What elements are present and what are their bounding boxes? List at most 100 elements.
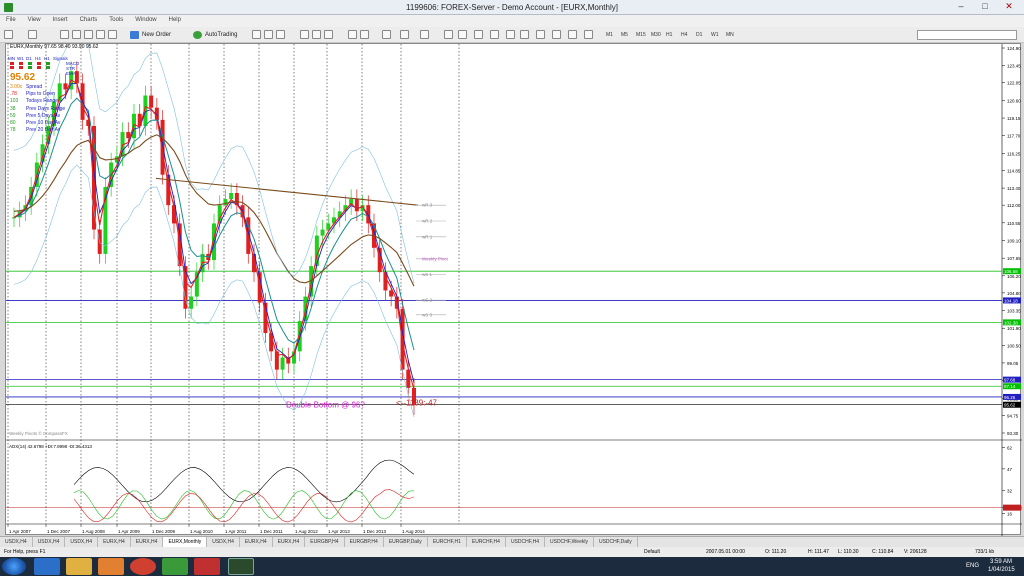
timeframe-m5[interactable]: M5	[620, 30, 629, 40]
arrows-icon[interactable]	[584, 30, 593, 39]
adx-axis-label: 16	[1007, 511, 1013, 516]
adx-axis-label: 62	[1007, 445, 1013, 450]
price-axis-label: 110.55	[1007, 221, 1021, 226]
market-watch-icon[interactable]	[60, 30, 69, 39]
price-axis-label: 93.30	[1007, 431, 1019, 436]
ie-icon[interactable]	[34, 558, 60, 575]
bar-chart-icon[interactable]	[252, 30, 261, 39]
autoscroll-icon[interactable]	[348, 30, 357, 39]
equidistant-channel-icon[interactable]	[520, 30, 529, 39]
pivot-label: wR 3	[422, 203, 433, 208]
chart-tab[interactable]: EURX,H4	[240, 537, 273, 547]
new-chart-icon[interactable]	[4, 30, 13, 39]
autotrading-button[interactable]: AutoTrading	[193, 29, 237, 41]
new-order-button[interactable]: New Order	[130, 29, 171, 41]
chart-tab[interactable]: USDCHF,Weekly	[545, 537, 594, 547]
menu-view[interactable]: View	[22, 15, 47, 25]
start-button[interactable]	[2, 558, 26, 575]
pivot-label: wS 1	[422, 272, 433, 277]
autotrading-icon	[193, 31, 202, 39]
timeframe-h4[interactable]: H4	[680, 30, 688, 40]
clock-time[interactable]: 3:59 AM	[990, 559, 1012, 565]
chart-canvas[interactable]: 124.90 123.45 122.05 120.60 119.15 117.70 116.…	[6, 44, 1022, 536]
menu-file[interactable]: File	[0, 15, 22, 25]
chart-tab[interactable]: USDX,H4	[65, 537, 99, 547]
close-button[interactable]: ✕	[998, 1, 1020, 13]
chart-tab[interactable]: USDCHF,H4	[506, 537, 545, 547]
text-icon[interactable]	[552, 30, 561, 39]
zoom-out-icon[interactable]	[312, 30, 321, 39]
menu-charts[interactable]: Charts	[74, 15, 104, 25]
navigator-icon[interactable]	[84, 30, 93, 39]
indicators-icon[interactable]	[382, 30, 391, 39]
cursor-icon[interactable]	[444, 30, 453, 39]
price-axis-label: 117.70	[1007, 134, 1021, 139]
metatrader-icon[interactable]	[228, 558, 254, 575]
terminal-app-icon[interactable]	[162, 558, 188, 575]
language-indicator[interactable]: ENG	[966, 563, 979, 569]
chart-tab[interactable]: EURGBP,Daily	[384, 537, 428, 547]
explorer-icon[interactable]	[66, 558, 92, 575]
clock-date[interactable]: 1/04/2015	[988, 567, 1015, 573]
chart-tab[interactable]: EURX,Monthly	[163, 537, 208, 547]
tile-windows-icon[interactable]	[324, 30, 333, 39]
zoom-in-icon[interactable]	[300, 30, 309, 39]
chart-tab[interactable]: USDX,H4	[207, 537, 240, 547]
chart-tab[interactable]: EURX,H4	[273, 537, 306, 547]
timeframe-h1[interactable]: H1	[665, 30, 673, 40]
chart-window[interactable]: 124.90 123.45 122.05 120.60 119.15 117.70 116.…	[5, 43, 1022, 536]
periods-icon[interactable]	[400, 30, 409, 39]
crosshair-icon[interactable]	[458, 30, 467, 39]
pivot-label: wR 1	[422, 234, 433, 239]
menu-window[interactable]: Window	[129, 15, 162, 25]
menu-insert[interactable]: Insert	[47, 15, 74, 25]
price-axis-label: 107.65	[1007, 256, 1021, 261]
chart-shift-icon[interactable]	[360, 30, 369, 39]
chart-tab[interactable]: EURX,H4	[98, 537, 131, 547]
vertical-line-icon[interactable]	[474, 30, 483, 39]
maximize-button[interactable]: □	[974, 1, 996, 13]
trendline-icon[interactable]	[506, 30, 515, 39]
taskbar: ENG 3:59 AM 1/04/2015	[0, 557, 1024, 576]
tester-icon[interactable]	[108, 30, 117, 39]
chart-tab[interactable]: EURGBP,H4	[305, 537, 345, 547]
chart-tab[interactable]: USDX,H4	[0, 537, 33, 547]
media-player-icon[interactable]	[98, 558, 124, 575]
price-axis-label: 94.75	[1007, 413, 1019, 418]
price-axis-label: 122.05	[1007, 81, 1021, 86]
timeframe-m30[interactable]: M30	[650, 30, 662, 40]
timeframe-mn[interactable]: MN	[725, 30, 735, 40]
fibonacci-icon[interactable]	[536, 30, 545, 39]
timeframe-m15[interactable]: M15	[635, 30, 647, 40]
chrome-icon[interactable]	[130, 558, 156, 575]
search-box[interactable]	[917, 30, 1017, 40]
candlestick-icon[interactable]	[264, 30, 273, 39]
profiles-icon[interactable]	[28, 30, 37, 39]
line-chart-icon[interactable]	[276, 30, 285, 39]
chart-tabs: USDX,H4 USDX,H4 USDX,H4 EURX,H4 EURX,H4 EURX,…	[0, 536, 1024, 547]
chart-tab[interactable]: USDX,H4	[33, 537, 66, 547]
terminal-icon[interactable]	[96, 30, 105, 39]
text-label-icon[interactable]	[568, 30, 577, 39]
toolbar: New Order AutoTrading M1 M5 M15 M30 H1 H4 D1 W1…	[0, 27, 1024, 43]
plus-di-line	[73, 490, 415, 520]
timeframe-d1[interactable]: D1	[695, 30, 703, 40]
horizontal-line-icon[interactable]	[490, 30, 499, 39]
chart-tab[interactable]: EURX,H4	[131, 537, 164, 547]
menu-tools[interactable]: Tools	[103, 15, 129, 25]
status-bar: For Help, press F1 Default 2007.05.01 00…	[0, 547, 1024, 557]
candle-body	[149, 95, 154, 108]
data-window-icon[interactable]	[72, 30, 81, 39]
chart-tab[interactable]: USDCHF,Daily	[594, 537, 638, 547]
info-tf-label: MN	[8, 56, 15, 61]
templates-icon[interactable]	[420, 30, 429, 39]
info-tf-label: D1	[26, 56, 32, 61]
chart-tab[interactable]: EURCHF,H1	[428, 537, 467, 547]
minimize-button[interactable]: –	[950, 1, 972, 13]
chart-tab[interactable]: EURGBP,H4	[345, 537, 384, 547]
menu-help[interactable]: Help	[163, 15, 187, 25]
timeframe-m1[interactable]: M1	[605, 30, 614, 40]
stock-app-icon[interactable]	[194, 558, 220, 575]
chart-tab[interactable]: EURCHF,H4	[467, 537, 506, 547]
timeframe-w1[interactable]: W1	[710, 30, 720, 40]
